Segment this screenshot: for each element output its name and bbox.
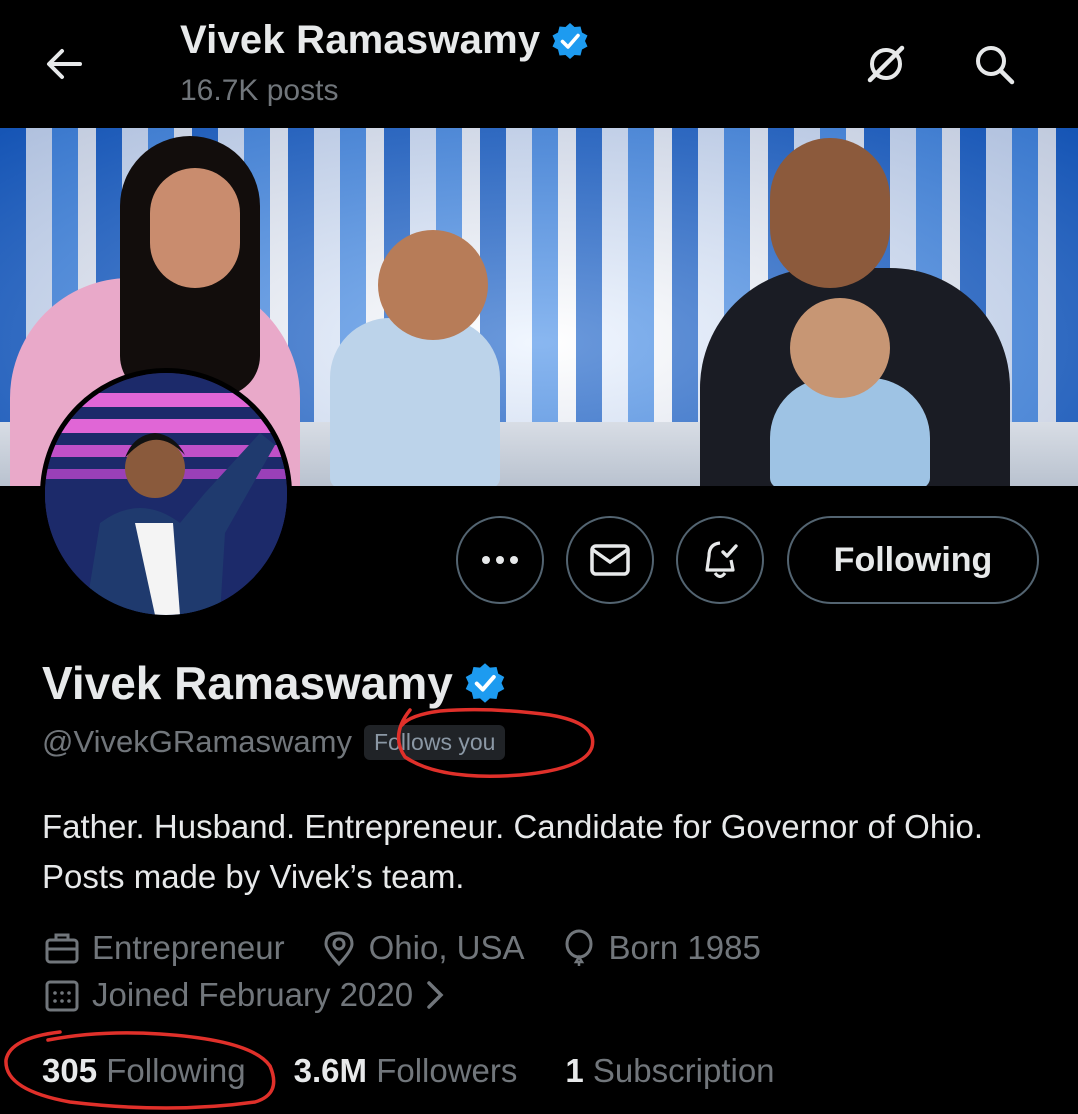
profession-label: Entrepreneur [92, 929, 285, 966]
header-name: Vivek Ramaswamy [180, 18, 541, 62]
profile-avatar[interactable] [40, 368, 292, 620]
top-bar: Vivek Ramaswamy 16.7K posts [0, 0, 1078, 128]
birthday-item: Born 1985 [559, 928, 761, 968]
subscription-stat[interactable]: 1 Subscription [565, 1052, 774, 1090]
following-label: Following [106, 1052, 246, 1089]
banner-person-baby-head [790, 298, 890, 398]
born-label: Born 1985 [608, 929, 761, 966]
mail-icon [590, 544, 630, 576]
followers-stat[interactable]: 3.6M Followers [294, 1052, 518, 1090]
banner-person-woman-face [150, 168, 240, 288]
subscription-label: Subscription [592, 1052, 775, 1089]
profile-bio: Father. Husband. Entrepreneur. Candidate… [42, 808, 984, 895]
bell-icon [705, 541, 738, 579]
location-item: Ohio, USA [319, 928, 525, 968]
banner-person-child-head [378, 230, 488, 340]
follows-you-badge: Follows you [363, 724, 506, 760]
subscription-count: 1 [565, 1052, 584, 1089]
more-button[interactable] [456, 516, 544, 604]
profile-name-row: Vivek Ramaswamy [42, 656, 507, 710]
header-title: Vivek Ramaswamy [180, 18, 590, 63]
profile-joined-row[interactable]: Joined February 2020 [42, 975, 481, 1015]
location-pin-icon [324, 931, 354, 967]
followers-label: Followers [376, 1052, 518, 1089]
followers-count: 3.6M [293, 1052, 368, 1089]
profile-handle: @VivekGRamaswamy [42, 724, 352, 759]
message-button[interactable] [566, 516, 654, 604]
grok-button[interactable] [858, 36, 914, 92]
more-icon [482, 556, 518, 564]
profession-item: Entrepreneur [42, 928, 285, 968]
verified-badge-icon[interactable] [463, 661, 507, 705]
banner-person-man-head [770, 138, 890, 288]
verified-badge-icon [552, 22, 588, 59]
avatar-photo [45, 373, 287, 615]
profile-name: Vivek Ramaswamy [42, 657, 453, 709]
notifications-button[interactable] [676, 516, 764, 604]
following-stat[interactable]: 305 Following [42, 1052, 246, 1090]
header-post-count: 16.7K posts [180, 74, 339, 107]
joined-item[interactable]: Joined February 2020 [42, 975, 447, 1015]
following-button[interactable]: Following [787, 516, 1039, 604]
arrow-left-icon [47, 49, 82, 79]
handle-row: @VivekGRamaswamy Follows you [42, 724, 506, 760]
search-icon [976, 46, 1015, 85]
grok-icon [867, 45, 905, 83]
joined-label: Joined February 2020 [92, 976, 414, 1013]
chevron-right-icon [427, 981, 444, 1009]
search-button[interactable] [966, 36, 1022, 92]
profile-meta-row: Entrepreneur Ohio, USA Born 1985 [42, 928, 795, 968]
location-label: Ohio, USA [368, 929, 525, 966]
balloon-icon [565, 929, 593, 966]
profile-stats: 305 Following 3.6M Followers 1 Subscript… [42, 1052, 823, 1090]
back-button[interactable] [40, 40, 88, 88]
following-count: 305 [42, 1052, 98, 1089]
banner-person-child [330, 318, 500, 486]
calendar-icon [45, 980, 79, 1012]
briefcase-icon [45, 933, 79, 964]
